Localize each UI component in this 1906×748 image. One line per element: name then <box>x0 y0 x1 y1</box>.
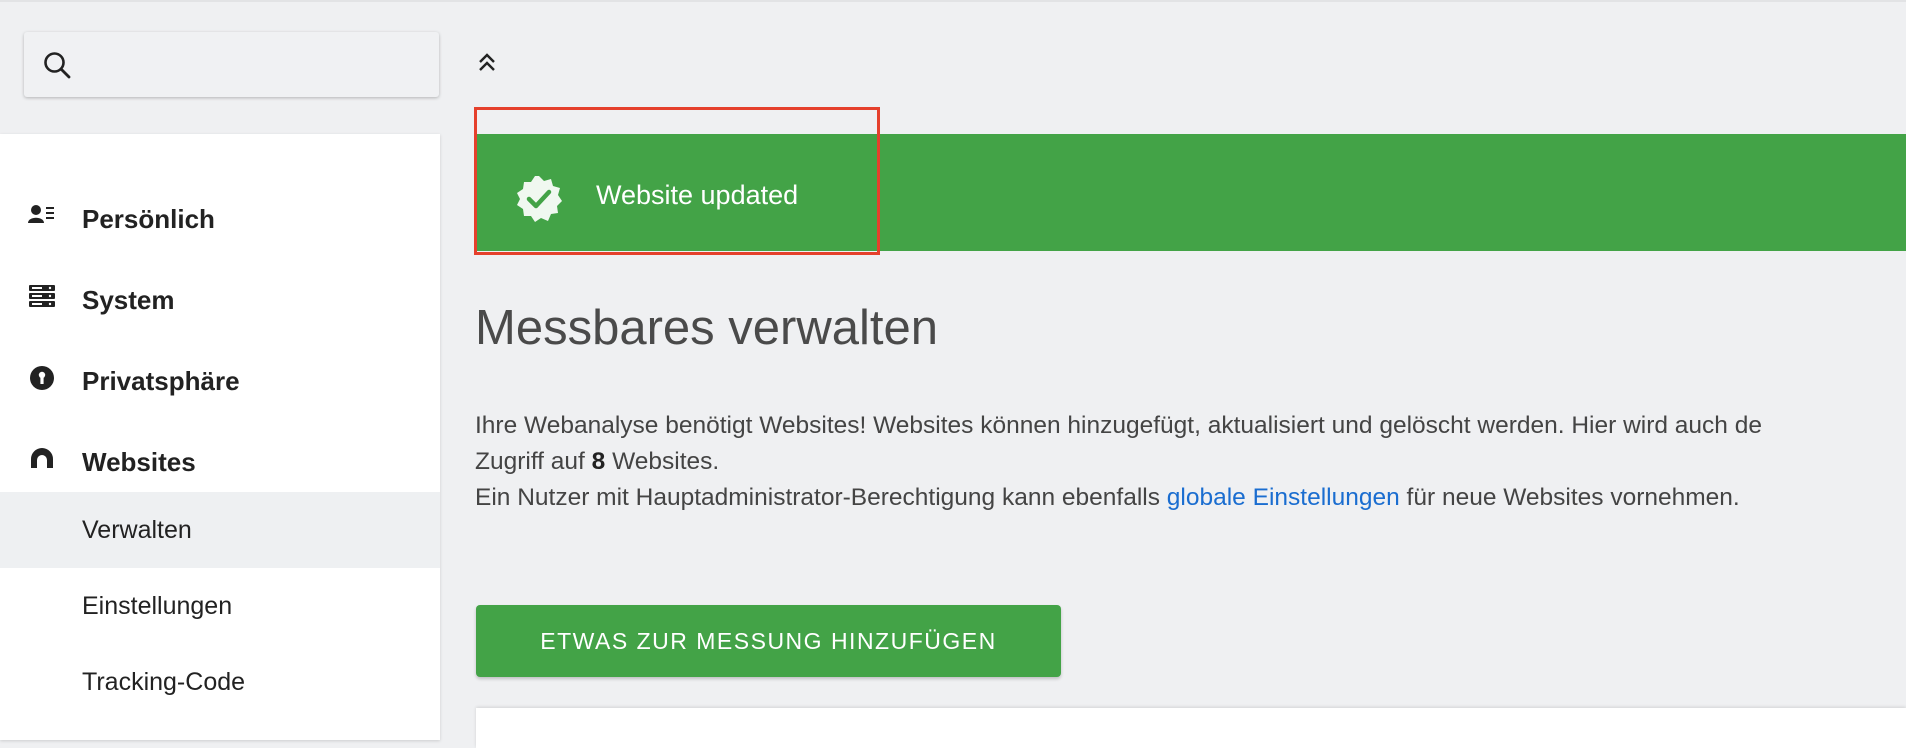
search-input[interactable] <box>90 44 424 86</box>
add-measurable-button[interactable]: ETWAS ZUR MESSUNG HINZUFÜGEN <box>476 605 1061 677</box>
description-text: Zugriff auf <box>475 448 592 475</box>
search-icon <box>44 52 71 79</box>
sidebar-item-websites[interactable]: Websites <box>0 439 440 479</box>
page-title: Messbares verwalten <box>475 301 938 355</box>
description-text: für neue Websites vornehmen. <box>1399 484 1740 511</box>
sidebar-item-personal[interactable]: Persönlich <box>0 196 440 236</box>
sidebar-subitem-label: Verwalten <box>82 516 192 544</box>
global-settings-link[interactable]: globale Einstellungen <box>1167 484 1400 511</box>
server-icon <box>29 285 55 307</box>
description-line-1: Ihre Webanalyse benötigt Websites! Websi… <box>475 412 1762 439</box>
highlight-box <box>474 107 880 255</box>
page-description: Ihre Webanalyse benötigt Websites! Websi… <box>475 408 1906 516</box>
description-line-2: Zugriff auf 8 Websites. <box>475 444 1906 480</box>
sidebar-subitem-settings[interactable]: Einstellungen <box>0 568 440 644</box>
double-chevron-up-icon[interactable] <box>475 50 499 76</box>
sidebar: Persönlich System Privatsphäre Websites <box>0 134 440 740</box>
sidebar-subitem-manage[interactable]: Verwalten <box>0 492 440 568</box>
personal-icon <box>28 205 54 223</box>
sidebar-subitem-label: Tracking-Code <box>82 668 246 696</box>
sidebar-item-privacy[interactable]: Privatsphäre <box>0 358 440 398</box>
websites-icon <box>31 448 53 468</box>
sidebar-subitem-label: Einstellungen <box>82 592 233 620</box>
description-text: Ein Nutzer mit Hauptadministrator-Berech… <box>475 484 1167 511</box>
top-divider <box>0 0 1906 2</box>
sidebar-item-label: Websites <box>82 447 196 477</box>
websites-list-card <box>476 708 1906 748</box>
sidebar-subitem-tracking-code[interactable]: Tracking-Code <box>0 644 440 720</box>
sidebar-item-label: Persönlich <box>82 204 215 234</box>
sidebar-item-system[interactable]: System <box>0 277 440 317</box>
description-line-3: Ein Nutzer mit Hauptadministrator-Berech… <box>475 480 1906 516</box>
search-box[interactable] <box>24 32 439 97</box>
description-text: Websites. <box>605 448 720 475</box>
website-count: 8 <box>591 448 606 475</box>
privacy-icon <box>30 366 54 390</box>
sidebar-item-label: System <box>82 285 175 315</box>
sidebar-item-label: Privatsphäre <box>82 366 240 396</box>
